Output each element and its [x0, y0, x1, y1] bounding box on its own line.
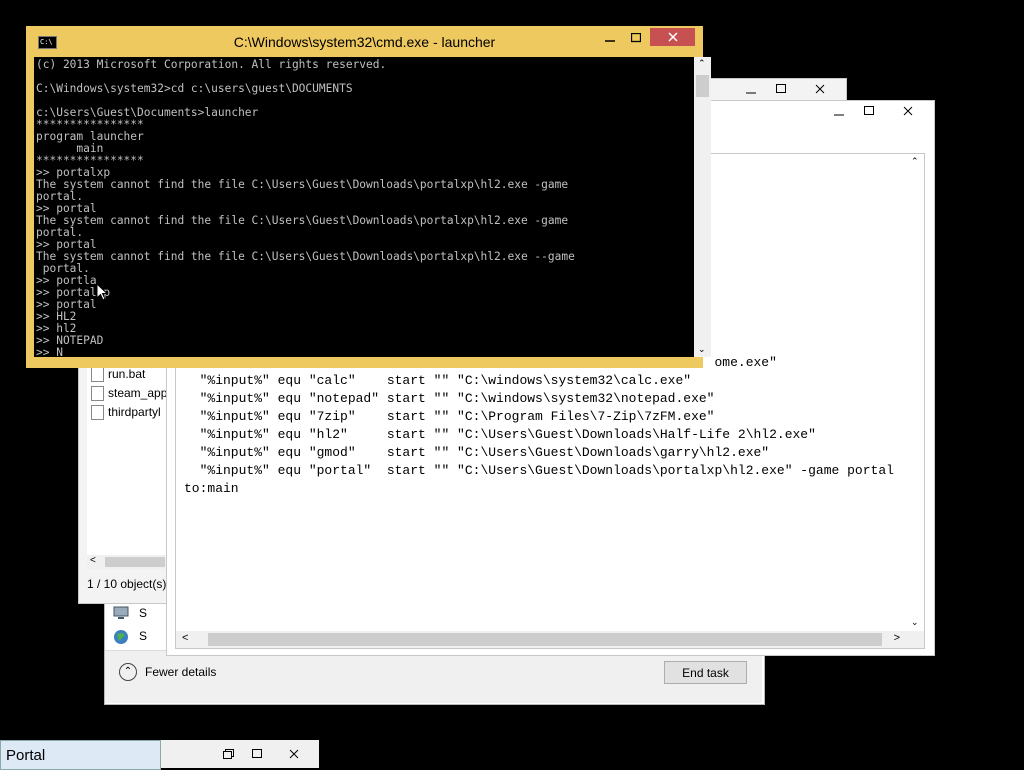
end-task-button[interactable]: End task [664, 661, 747, 684]
scroll-left-icon[interactable]: < [90, 555, 96, 566]
close-button[interactable] [271, 744, 317, 764]
console-line: **************** [36, 154, 144, 167]
process-row[interactable]: S [113, 625, 147, 647]
vertical-scrollbar[interactable]: ⌃ ⌄ [694, 57, 711, 357]
status-bar: 1 / 10 object(s) [87, 577, 167, 591]
notepad-line: "%input%" equ "7zip" start "" "C:\Progra… [184, 409, 715, 424]
file-item[interactable]: thirdpartyl [91, 403, 161, 421]
taskmgr-footer: ⌃ Fewer details End task [105, 650, 762, 703]
fewer-details-link[interactable]: ⌃ Fewer details [119, 663, 216, 681]
notepad-text[interactable]: ome.exe" "%input%" equ "calc" start "" "… [184, 354, 894, 498]
console-line: The system cannot find the file C:\Users… [36, 214, 569, 227]
scroll-up-icon[interactable]: ⌃ [911, 156, 919, 167]
batch-file-icon [91, 366, 104, 382]
console-line: program launcher [36, 130, 144, 143]
console-line: >> N_ [36, 346, 70, 358]
file-item[interactable]: steam_app [91, 384, 167, 402]
scroll-down-icon[interactable]: ⌄ [698, 344, 706, 355]
scroll-left-icon[interactable]: < [182, 632, 188, 644]
horizontal-scrollbar[interactable]: < > [176, 631, 924, 648]
globe-icon [113, 629, 129, 644]
console-line: portal. [36, 226, 84, 239]
vertical-scrollbar[interactable]: ⌃ ⌄ [907, 154, 924, 630]
fewer-details-label: Fewer details [145, 665, 217, 679]
notepad-line: "%input%" equ "gmod" start "" "C:\Users\… [184, 445, 770, 460]
portal-minimized-window[interactable]: Portal [0, 740, 161, 770]
process-name: S [139, 629, 148, 643]
notepad-line: "%input%" equ "hl2" start "" "C:\Users\G… [184, 427, 816, 442]
scroll-up-icon[interactable]: ⌃ [698, 58, 706, 69]
console-line: The system cannot find the file C:\Users… [36, 250, 575, 263]
computer-icon [113, 606, 129, 620]
console-line: >> portla [36, 274, 97, 287]
maximize-button[interactable] [243, 744, 271, 764]
file-list: run.bat steam_app thirdpartyl [87, 363, 167, 563]
restore-button[interactable] [213, 744, 243, 764]
console-line: >> portalxp [36, 286, 111, 299]
console-output[interactable]: (c) 2013 Microsoft Corporation. All righ… [34, 57, 694, 357]
process-name: S [139, 606, 148, 620]
notepad-line: "%input%" equ "portal" start "" "C:\User… [184, 463, 894, 478]
minimized-window-controls [161, 740, 319, 768]
notepad-line: "%input%" equ "calc" start "" "C:\window… [184, 373, 692, 388]
console-line: portal. [36, 190, 84, 203]
close-button[interactable] [885, 101, 931, 121]
scroll-thumb[interactable] [696, 75, 709, 97]
cmd-titlebar[interactable]: C:\ C:\Windows\system32\cmd.exe - launch… [26, 26, 703, 56]
scroll-right-icon[interactable]: > [894, 632, 900, 644]
maximize-button[interactable] [622, 28, 650, 48]
maximize-button[interactable] [855, 101, 883, 121]
file-name: thirdpartyl [108, 405, 161, 419]
console-text: (c) 2013 Microsoft Corporation. All righ… [36, 58, 575, 358]
console-line: portal. [36, 262, 90, 275]
minimize-button[interactable] [734, 79, 767, 99]
notepad-line: to:main [184, 481, 239, 496]
console-line: C:\Windows\system32>cd c:\users\guest\DO… [36, 82, 353, 95]
minimize-button[interactable] [822, 101, 855, 121]
process-row[interactable]: S [113, 602, 147, 624]
portal-title: Portal [6, 747, 46, 764]
console-line: >> hl2 [36, 322, 77, 335]
scroll-thumb[interactable] [105, 557, 165, 567]
maximize-button[interactable] [767, 79, 795, 99]
scroll-down-icon[interactable]: ⌄ [911, 617, 919, 628]
scroll-thumb[interactable] [208, 633, 882, 646]
mouse-cursor-icon [96, 283, 108, 301]
console-line: The system cannot find the file C:\Users… [36, 178, 569, 191]
console-line: >> portal [36, 298, 97, 311]
close-button[interactable] [650, 28, 695, 46]
close-button[interactable] [797, 79, 843, 99]
file-icon [91, 404, 104, 420]
console-line: (c) 2013 Microsoft Corporation. All righ… [36, 58, 387, 71]
file-name: steam_app [108, 386, 168, 400]
console-line: >> HL2 [36, 310, 77, 323]
cmd-window: C:\ C:\Windows\system32\cmd.exe - launch… [26, 26, 711, 368]
file-name: run.bat [108, 367, 146, 381]
console-line: >> NOTEPAD [36, 334, 104, 347]
file-icon [91, 385, 104, 401]
chevron-up-icon: ⌃ [119, 663, 137, 681]
horizontal-scrollbar[interactable]: < [87, 555, 167, 569]
notepad-line: "%input%" equ "notepad" start "" "C:\win… [184, 391, 715, 406]
